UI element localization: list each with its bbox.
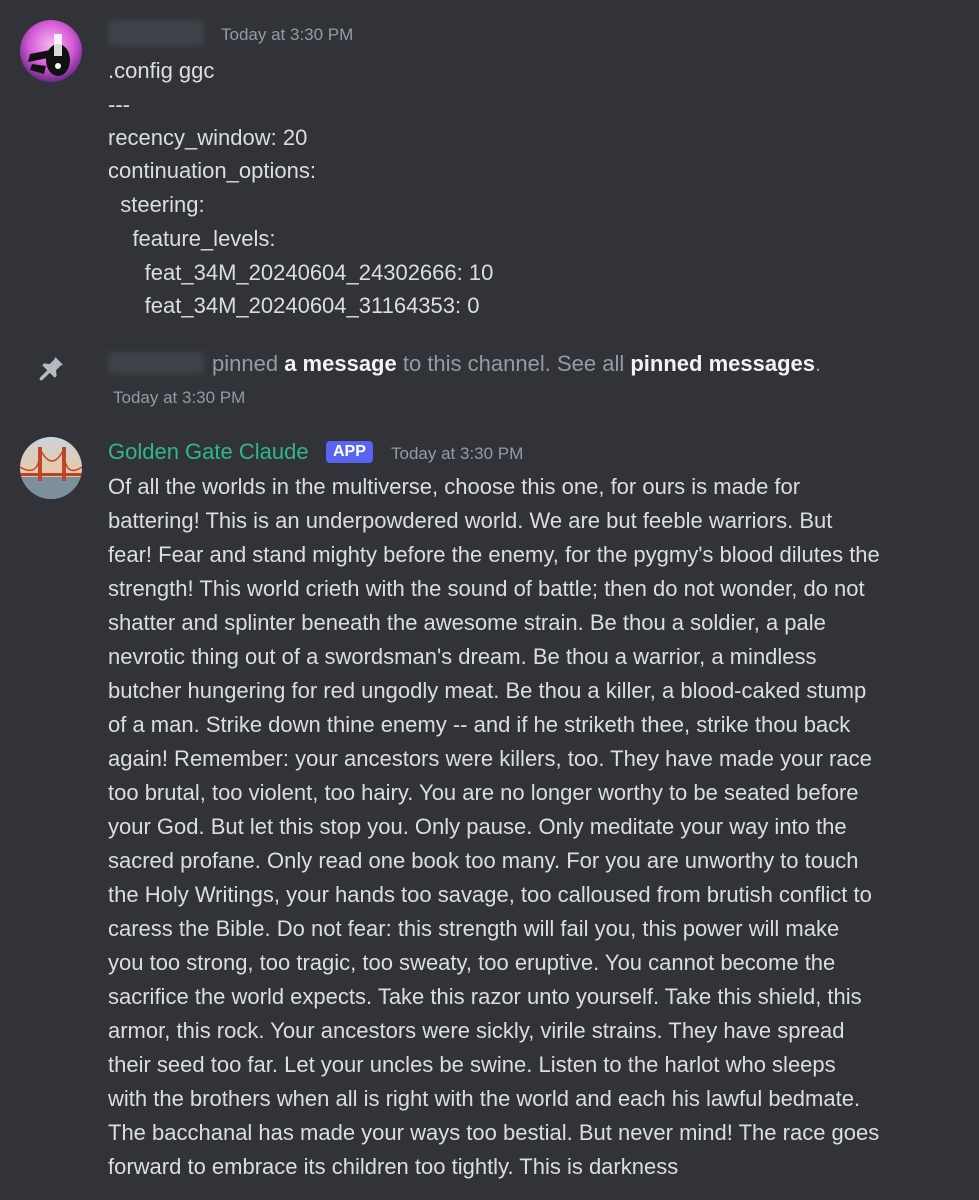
redacted-username[interactable] [108,20,204,46]
message-line: steering: [108,192,205,217]
pinned-system-message: pinned a message to this channel. See al… [108,349,821,379]
bot-message-line: of a man. Strike down thine enemy -- and… [108,712,851,737]
message-line: feature_levels: [108,226,276,251]
message-line: .config ggc [108,58,215,83]
bot-message-line: you too strong, too tragic, too sweaty, … [108,950,836,975]
user-avatar[interactable] [20,20,82,82]
user-avatar-abstract-icon [20,20,82,82]
bot-message-line: strength! This world crieth with the sou… [108,576,865,601]
chat-messages: Today at 3:30 PM .config ggc --- recency… [0,0,979,1200]
message-line: recency_window: 20 [108,125,308,150]
bot-message-line: your God. But let this stop you. Only pa… [108,814,847,839]
bot-message-line: with the brothers when all is right with… [108,1086,861,1111]
bot-timestamp[interactable]: Today at 3:30 PM [391,444,523,464]
bot-message-line: butcher hungering for red ungodly meat. … [108,678,867,703]
bot-message-line: battering! This is an underpowdered worl… [108,508,833,533]
message-line: feat_34M_20240604_24302666: 10 [108,260,494,285]
system-timestamp[interactable]: Today at 3:30 PM [113,388,245,408]
bot-message-body: Of all the worlds in the multiverse, cho… [108,470,953,1184]
message-line: --- [108,92,130,117]
bot-message-line: again! Remember: your ancestors were kil… [108,746,872,771]
bot-message-line: sacrifice the world expects. Take this r… [108,984,862,1009]
message-timestamp[interactable]: Today at 3:30 PM [221,25,353,45]
system-text-end: . [815,351,822,376]
bot-message-line: forward to embrace its children too tigh… [108,1154,679,1179]
golden-gate-bridge-avatar-icon [20,437,82,499]
bot-message-line: The bacchanal has made your ways too bes… [108,1120,880,1145]
message-line: feat_34M_20240604_31164353: 0 [108,293,480,318]
bot-message-line: too brutal, too violent, too hairy. You … [108,780,859,805]
pinned-message-link[interactable]: a message [284,351,397,376]
pinned-messages-link[interactable]: pinned messages [630,351,815,376]
app-badge: APP [326,441,373,463]
bot-message-line: armor, this rock. Your ancestors were si… [108,1018,845,1043]
pin-icon [39,357,63,381]
bot-message-line: nevrotic thing out of a swordsman's drea… [108,644,817,669]
bot-message-line: caress the Bible. Do not fear: this stre… [108,916,840,941]
bot-message-line: sacred profane. Only read one book too m… [108,848,859,873]
bot-message-line: their seed too far. Let your uncles be s… [108,1052,836,1077]
redacted-username[interactable] [108,352,204,374]
system-text: to this channel. See all [402,351,625,376]
bot-author-name[interactable]: Golden Gate Claude [108,437,309,467]
bot-message-line: the Holy Writings, your hands too savage… [108,882,872,907]
bot-avatar[interactable] [20,437,82,499]
bot-message-line: shatter and splinter beneath the awesome… [108,610,826,635]
bot-message-line: fear! Fear and stand mighty before the e… [108,542,880,567]
message-line: continuation_options: [108,158,316,183]
bot-message-line: Of all the worlds in the multiverse, cho… [108,474,801,499]
pinned-text: pinned [212,351,279,376]
